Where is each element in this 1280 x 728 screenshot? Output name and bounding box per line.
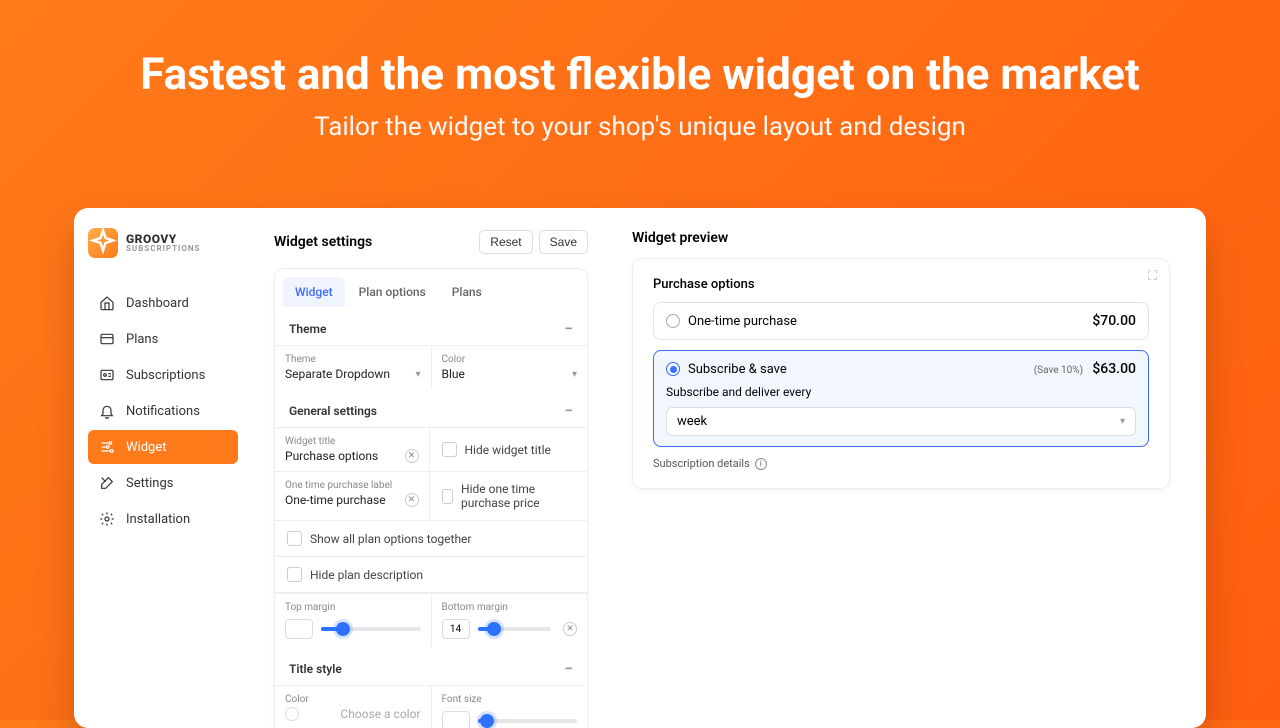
collapse-icon[interactable]: − xyxy=(564,321,573,337)
color-swatch-icon xyxy=(285,707,299,721)
inbox-icon xyxy=(98,330,116,348)
chevron-down-icon: ▾ xyxy=(1120,416,1125,427)
slider-track[interactable] xyxy=(321,627,421,631)
sidebar-item-label: Plans xyxy=(126,332,158,347)
font-size-slider[interactable]: Font size xyxy=(432,686,588,728)
sidebar-item-subscriptions[interactable]: Subscriptions xyxy=(88,358,238,392)
clear-icon[interactable]: ✕ xyxy=(563,622,577,636)
info-icon: i xyxy=(755,458,767,470)
tab-widget[interactable]: Widget xyxy=(283,277,345,307)
sidebar-item-label: Installation xyxy=(126,512,190,527)
home-icon xyxy=(98,294,116,312)
save-tag: (Save 10%) xyxy=(1034,365,1083,376)
checkbox-label: Hide plan description xyxy=(310,568,423,582)
section-general: General settings − xyxy=(275,389,587,427)
settings-card: Widget Plan options Plans Theme − Theme … xyxy=(274,268,588,728)
preview-pane: Widget preview ⛶ Purchase options One-ti… xyxy=(610,208,1206,728)
radio-icon xyxy=(666,314,680,328)
select-value: week xyxy=(677,414,707,429)
sidebar-item-label: Settings xyxy=(126,476,173,491)
checkbox-label: Hide widget title xyxy=(465,443,551,457)
sidebar-item-label: Notifications xyxy=(126,404,200,419)
nav: Dashboard Plans Subscriptions Notificati… xyxy=(88,286,238,536)
checkbox-label: Hide one time purchase price xyxy=(461,482,575,510)
collapse-icon[interactable]: − xyxy=(564,661,573,677)
checkbox-hide-widget-title[interactable] xyxy=(442,442,457,457)
option-label: Subscribe & save xyxy=(688,362,787,377)
section-theme: Theme − xyxy=(275,307,587,345)
settings-title: Widget settings xyxy=(274,234,372,250)
clear-icon[interactable]: ✕ xyxy=(405,493,419,507)
widget-title-input[interactable]: Widget title Purchase options✕ xyxy=(275,428,430,471)
bottom-margin-slider[interactable]: Bottom margin 14 ✕ xyxy=(432,593,588,647)
sliders-icon xyxy=(98,438,116,456)
option-price: $70.00 xyxy=(1092,313,1136,329)
tools-icon xyxy=(98,474,116,492)
sidebar: GROOVY SUBSCRIPTIONS Dashboard Plans Sub… xyxy=(74,208,252,728)
sidebar-item-installation[interactable]: Installation xyxy=(88,502,238,536)
collapse-icon[interactable]: − xyxy=(564,403,573,419)
hero-subtitle: Tailor the widget to your shop's unique … xyxy=(0,112,1280,142)
slider-track[interactable] xyxy=(478,627,552,631)
sidebar-item-notifications[interactable]: Notifications xyxy=(88,394,238,428)
purchase-options-title: Purchase options xyxy=(653,277,1149,292)
sidebar-item-label: Dashboard xyxy=(126,296,189,311)
reset-button[interactable]: Reset xyxy=(479,230,532,254)
sidebar-item-widget[interactable]: Widget xyxy=(88,430,238,464)
save-button[interactable]: Save xyxy=(539,230,588,254)
hero-title: Fastest and the most flexible widget on … xyxy=(0,48,1280,100)
tab-plan-options[interactable]: Plan options xyxy=(347,277,438,307)
sidebar-item-dashboard[interactable]: Dashboard xyxy=(88,286,238,320)
preview-title: Widget preview xyxy=(632,230,1170,246)
title-color-input[interactable]: Color Choose a color xyxy=(275,686,432,728)
clear-icon[interactable]: ✕ xyxy=(405,449,419,463)
sidebar-item-label: Subscriptions xyxy=(126,368,205,383)
slider-value: 14 xyxy=(442,619,470,639)
checkbox-hide-plan-desc[interactable] xyxy=(287,567,302,582)
color-select[interactable]: Color Blue▾ xyxy=(432,346,588,389)
logo: GROOVY SUBSCRIPTIONS xyxy=(88,228,238,258)
tab-plans[interactable]: Plans xyxy=(440,277,494,307)
logo-text: GROOVY SUBSCRIPTIONS xyxy=(126,233,200,253)
section-title-style: Title style − xyxy=(275,647,587,685)
checkbox-label: Show all plan options together xyxy=(310,532,471,546)
deliver-select[interactable]: week ▾ xyxy=(666,407,1136,436)
sidebar-item-settings[interactable]: Settings xyxy=(88,466,238,500)
radio-checked-icon xyxy=(666,362,680,376)
checkbox-hide-one-time-price[interactable] xyxy=(442,489,454,504)
expand-icon[interactable]: ⛶ xyxy=(1148,269,1157,284)
hero: Fastest and the most flexible widget on … xyxy=(0,0,1280,142)
gear-icon xyxy=(98,510,116,528)
subscription-details-link[interactable]: Subscription details i xyxy=(653,457,1149,470)
deliver-label: Subscribe and deliver every xyxy=(666,385,1136,399)
checkbox-show-all-plans[interactable] xyxy=(287,531,302,546)
option-price: $63.00 xyxy=(1092,361,1136,377)
sidebar-item-plans[interactable]: Plans xyxy=(88,322,238,356)
sidebar-item-label: Widget xyxy=(126,440,166,455)
one-time-label-input[interactable]: One time purchase label One-time purchas… xyxy=(275,472,430,520)
top-margin-slider[interactable]: Top margin xyxy=(275,593,432,647)
chevron-down-icon: ▾ xyxy=(415,369,420,380)
app-window: GROOVY SUBSCRIPTIONS Dashboard Plans Sub… xyxy=(74,208,1206,728)
option-label: One-time purchase xyxy=(688,314,797,329)
bell-icon xyxy=(98,402,116,420)
theme-select[interactable]: Theme Separate Dropdown▾ xyxy=(275,346,432,389)
id-icon xyxy=(98,366,116,384)
slider-value xyxy=(285,619,313,639)
chevron-down-icon: ▾ xyxy=(572,369,577,380)
logo-mark-icon xyxy=(88,228,118,258)
option-subscribe[interactable]: Subscribe & save (Save 10%) $63.00 Subsc… xyxy=(653,350,1149,447)
preview-card: ⛶ Purchase options One-time purchase $70… xyxy=(632,258,1170,489)
option-one-time[interactable]: One-time purchase $70.00 xyxy=(653,302,1149,340)
settings-pane: Widget settings Reset Save Widget Plan o… xyxy=(252,208,610,728)
